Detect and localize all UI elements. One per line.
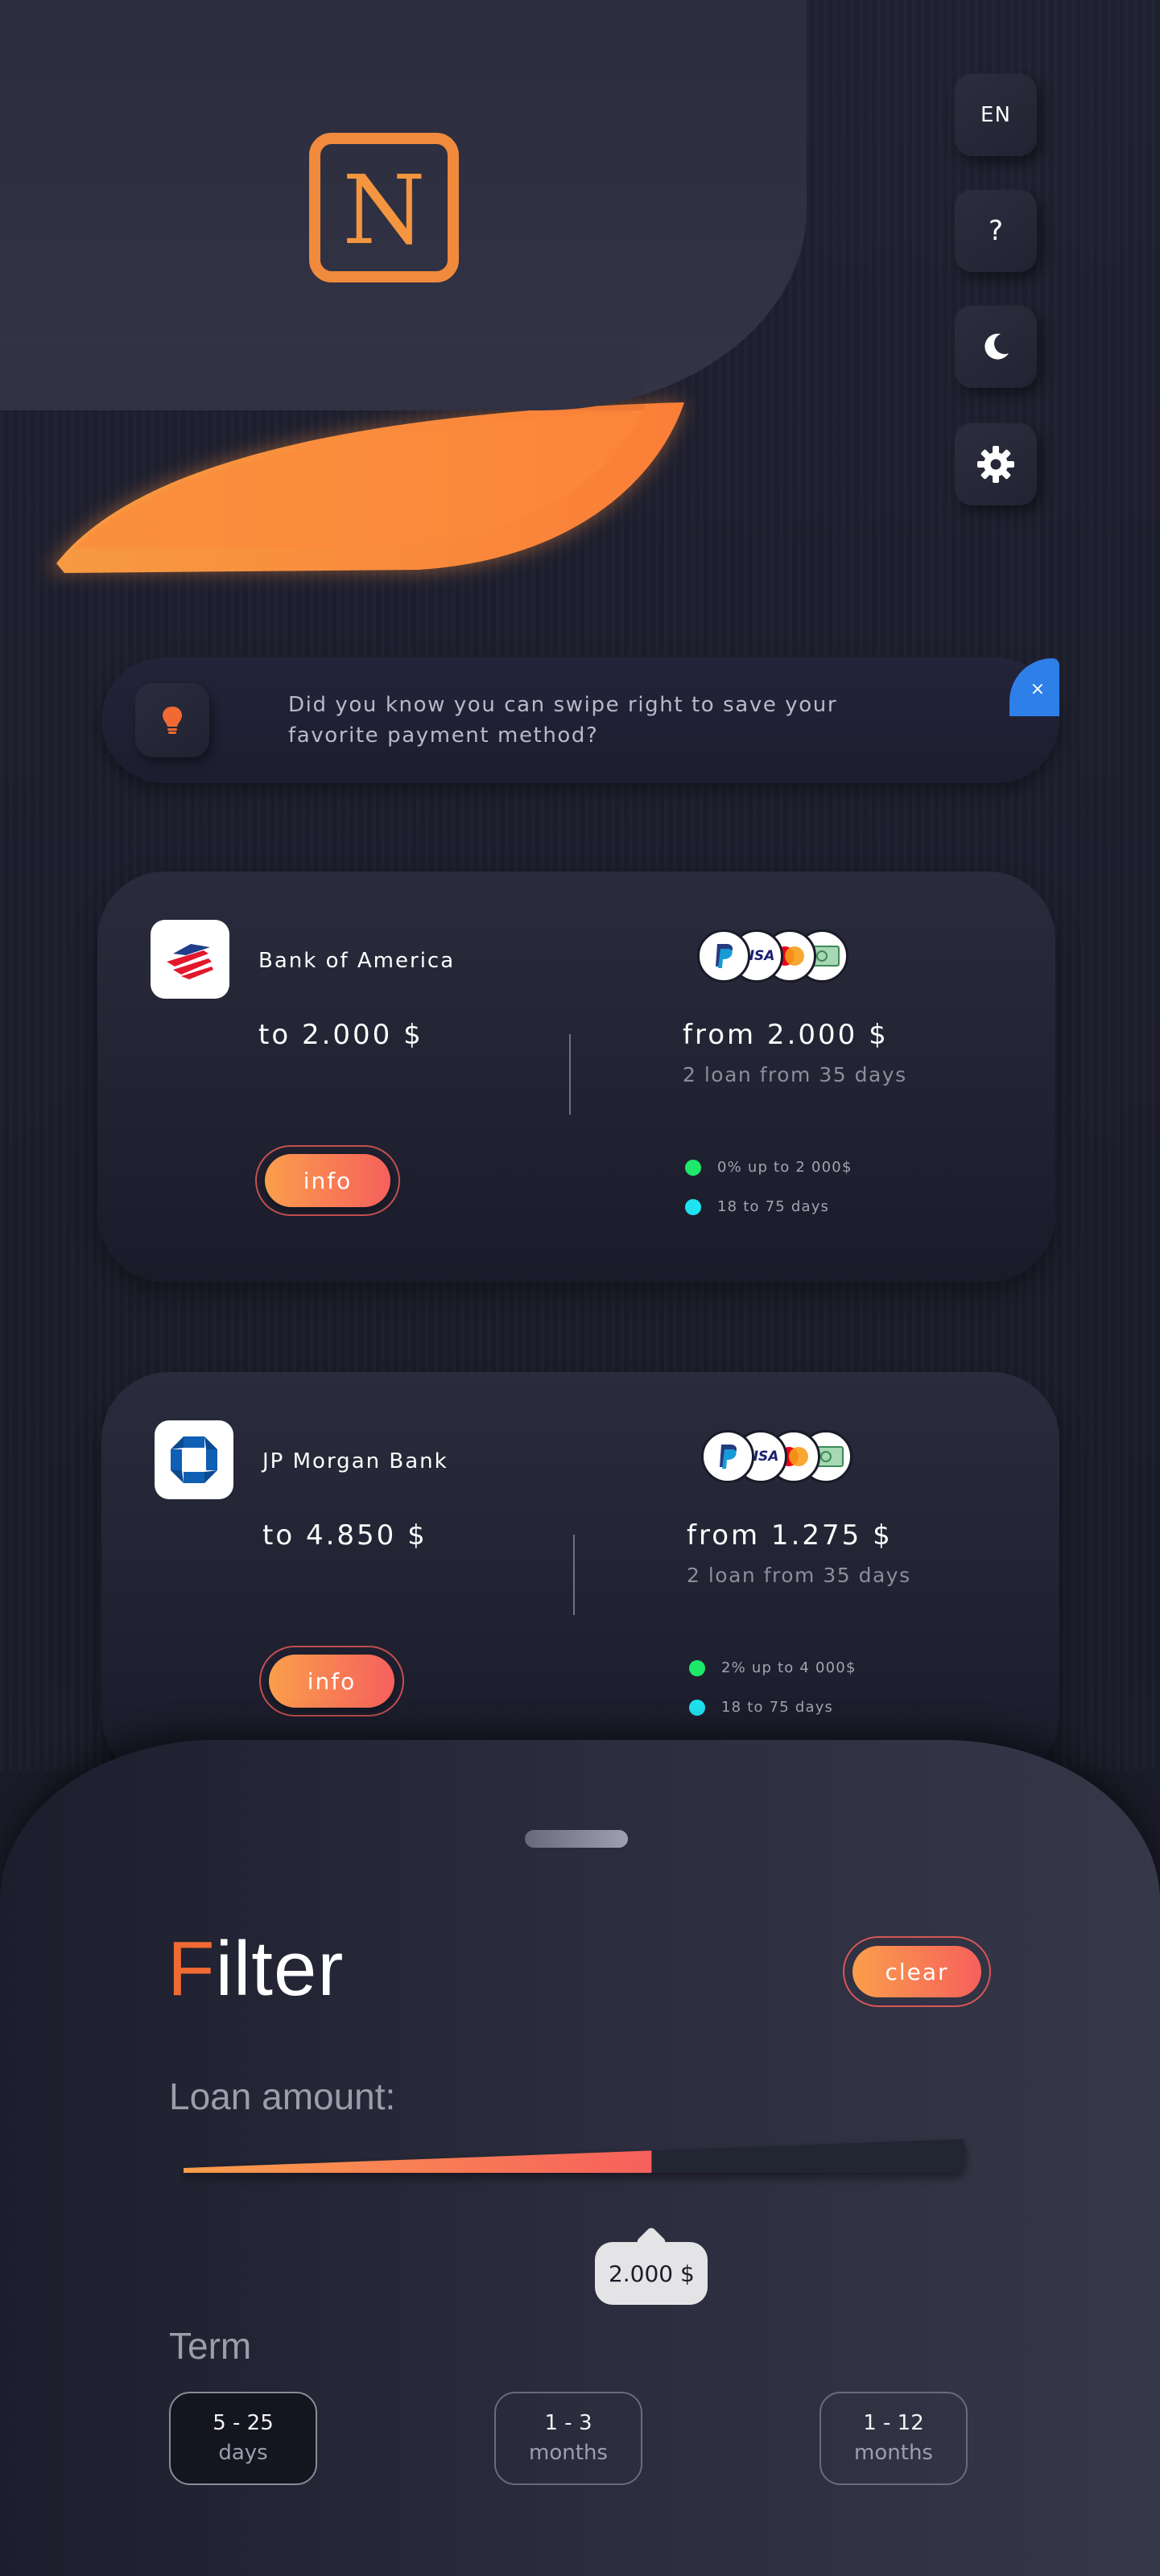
bank-of-america-logo	[151, 920, 229, 999]
chase-logo-icon	[171, 1436, 217, 1483]
help-button[interactable]: ?	[955, 190, 1037, 272]
clear-button-label: clear	[852, 1946, 981, 1997]
app-logo-letter: N	[342, 155, 426, 266]
tip-text: Did you know you can swipe right to save…	[288, 693, 838, 748]
payment-methods: VISA	[701, 1430, 886, 1486]
term-range: 1 - 3	[544, 2411, 592, 2435]
feature-term: 18 to 75 days	[685, 1198, 829, 1215]
feature-rate: 0% up to 2 000$	[685, 1159, 852, 1176]
app-logo: N	[309, 133, 459, 282]
min-amount: from 1.275 $	[687, 1519, 893, 1552]
theme-toggle-button[interactable]	[955, 306, 1037, 388]
loan-amount-label: Loan amount:	[169, 2075, 396, 2117]
green-dot-icon	[685, 1159, 701, 1176]
moon-icon	[985, 333, 1009, 360]
settings-button[interactable]	[955, 423, 1037, 505]
info-button[interactable]: info	[255, 1145, 400, 1216]
term-option-1-3-months[interactable]: 1 - 3 months	[494, 2392, 642, 2485]
language-label: EN	[980, 103, 1011, 127]
loan-amount-slider[interactable]	[179, 2121, 976, 2218]
term-label: Term	[169, 2325, 252, 2367]
filter-title: Filter	[167, 1925, 344, 2013]
paypal-icon	[701, 1430, 754, 1483]
bank-name: JP Morgan Bank	[262, 1449, 448, 1473]
jp-morgan-logo	[155, 1420, 233, 1499]
help-icon: ?	[988, 215, 1004, 247]
lightbulb-icon	[163, 707, 182, 734]
tip-banner[interactable]: Did you know you can swipe right to save…	[101, 657, 1059, 783]
paypal-icon	[697, 929, 750, 983]
loan-terms: 2 loan from 35 days	[683, 1063, 907, 1086]
gear-icon	[977, 446, 1014, 483]
feature-rate-text: 0% up to 2 000$	[717, 1159, 852, 1176]
header-swoosh	[48, 402, 684, 573]
green-dot-icon	[689, 1659, 705, 1676]
bank-of-america-logo-icon	[167, 944, 213, 979]
payment-methods: VISA	[697, 929, 882, 986]
term-range: 5 - 25	[213, 2411, 274, 2435]
bank-card-bank-of-america[interactable]: Bank of America to 2.000 $ VISA from 2.0…	[97, 872, 1055, 1282]
card-divider	[569, 1034, 571, 1115]
card-divider	[573, 1535, 575, 1615]
loan-terms: 2 loan from 35 days	[687, 1564, 911, 1587]
bank-card-jp-morgan[interactable]: JP Morgan Bank to 4.850 $ VISA from 1.27…	[101, 1372, 1059, 1783]
filter-title-rest: ilter	[215, 1926, 345, 2012]
filter-title-initial: F	[167, 1926, 216, 2012]
filter-sheet: Filter clear Loan amount: 2.000 $ Term 5…	[0, 1740, 1160, 2576]
min-amount: from 2.000 $	[683, 1019, 889, 1051]
info-button[interactable]: info	[259, 1646, 404, 1717]
cyan-dot-icon	[685, 1198, 701, 1215]
slider-fill	[184, 2150, 652, 2173]
term-option-1-12-months[interactable]: 1 - 12 months	[819, 2392, 968, 2485]
tip-icon-box	[135, 683, 209, 757]
info-button-label: info	[265, 1154, 390, 1207]
loan-amount-tooltip: 2.000 $	[595, 2242, 708, 2305]
feature-term-text: 18 to 75 days	[721, 1699, 834, 1716]
max-amount: to 4.850 $	[262, 1519, 427, 1552]
close-icon: ×	[1030, 678, 1046, 699]
term-unit: months	[529, 2441, 608, 2465]
feature-rate-text: 2% up to 4 000$	[721, 1659, 857, 1676]
language-button[interactable]: EN	[955, 74, 1037, 156]
term-unit: months	[854, 2441, 933, 2465]
clear-button[interactable]: clear	[843, 1936, 991, 2007]
sheet-drag-handle[interactable]	[525, 1830, 628, 1848]
term-range: 1 - 12	[863, 2411, 924, 2435]
term-option-5-25-days[interactable]: 5 - 25 days	[169, 2392, 317, 2485]
bank-name: Bank of America	[258, 949, 456, 973]
info-button-label: info	[269, 1655, 394, 1708]
feature-term-text: 18 to 75 days	[717, 1198, 830, 1215]
cyan-dot-icon	[689, 1699, 705, 1716]
feature-rate: 2% up to 4 000$	[689, 1659, 857, 1676]
max-amount: to 2.000 $	[258, 1019, 423, 1051]
feature-term: 18 to 75 days	[689, 1699, 833, 1716]
term-unit: days	[218, 2441, 268, 2465]
